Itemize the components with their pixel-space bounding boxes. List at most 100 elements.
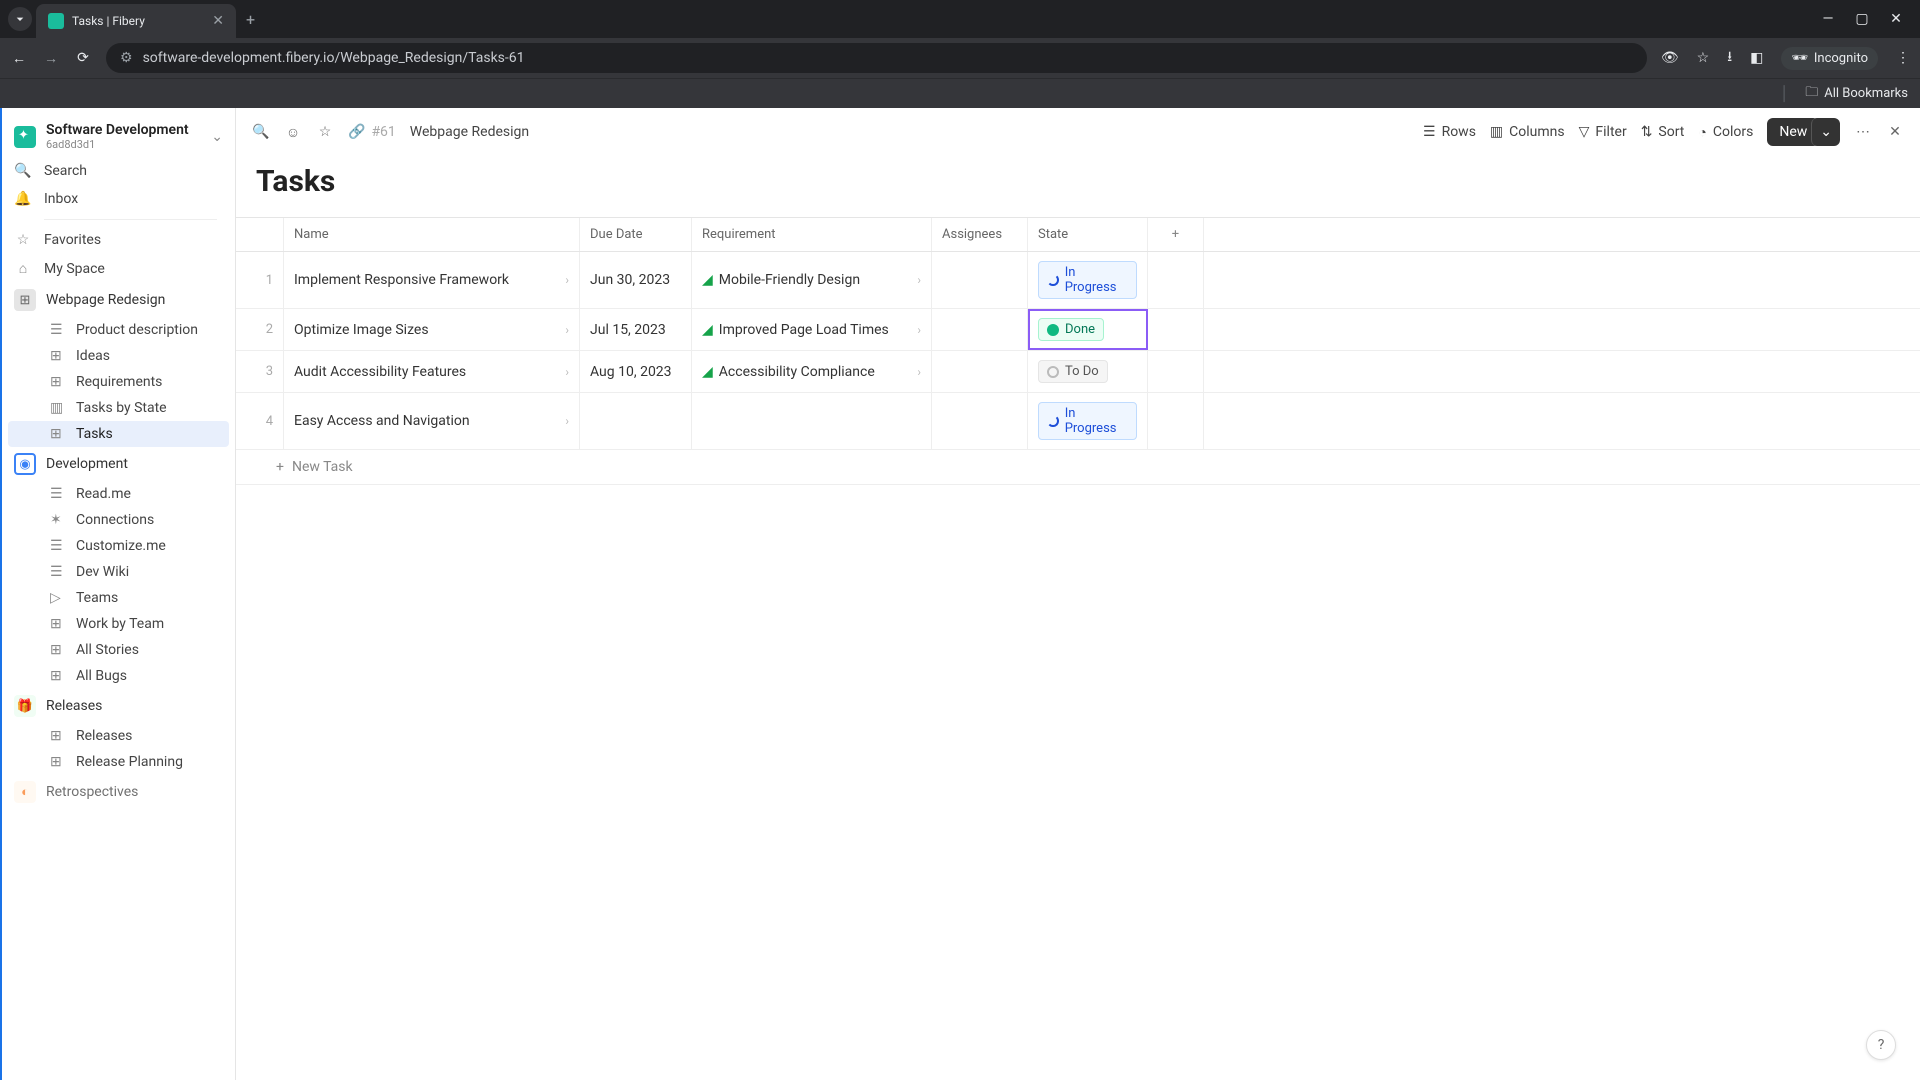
state-badge[interactable]: In Progress xyxy=(1038,402,1137,440)
sort-button[interactable]: ⇅Sort xyxy=(1641,124,1685,140)
cell-name[interactable]: Optimize Image Sizes› xyxy=(284,309,580,350)
state-badge[interactable]: Done xyxy=(1038,318,1104,341)
cell-name[interactable]: Implement Responsive Framework› xyxy=(284,252,580,308)
expand-icon[interactable]: › xyxy=(565,414,569,428)
col-due-header[interactable]: Due Date xyxy=(580,218,692,251)
sidebar-item-connections[interactable]: ✶Connections xyxy=(8,507,229,533)
cell-requirement[interactable] xyxy=(692,393,932,449)
sidebar-item-ideas[interactable]: ⊞Ideas xyxy=(8,343,229,369)
more-button[interactable]: ⋯ xyxy=(1854,124,1872,140)
cell-state[interactable]: In Progress xyxy=(1028,252,1148,308)
sidebar-item-requirements[interactable]: ⊞Requirements xyxy=(8,369,229,395)
sidebar-space-webpage-redesign[interactable]: ⊞ Webpage Redesign xyxy=(2,283,235,317)
cell-state[interactable]: To Do xyxy=(1028,351,1148,392)
table-row[interactable]: 4 Easy Access and Navigation› In Progres… xyxy=(236,393,1920,450)
expand-icon[interactable]: › xyxy=(565,273,569,287)
eye-off-icon[interactable]: 👁 xyxy=(1661,50,1679,66)
breadcrumb[interactable]: 🔗 #61 Webpage Redesign xyxy=(348,124,529,140)
expand-icon[interactable]: › xyxy=(917,323,921,337)
emoji-button[interactable]: ☺ xyxy=(284,124,302,141)
sidebar-item-all-stories[interactable]: ⊞All Stories xyxy=(8,637,229,663)
workspace-switcher[interactable]: Software Development 6ad8d3d1 ⌄ xyxy=(2,116,235,157)
new-task-row[interactable]: +New Task xyxy=(236,450,1920,485)
col-assignees-header[interactable]: Assignees xyxy=(932,218,1028,251)
rows-button[interactable]: ☰Rows xyxy=(1423,124,1476,140)
table-row[interactable]: 2 Optimize Image Sizes› Jul 15, 2023 ◢Im… xyxy=(236,309,1920,351)
expand-icon[interactable]: › xyxy=(917,365,921,379)
sidebar-item-all-bugs[interactable]: ⊞All Bugs xyxy=(8,663,229,689)
sidebar-item-customize[interactable]: ☰Customize.me xyxy=(8,533,229,559)
sidebar-item-readme[interactable]: ☰Read.me xyxy=(8,481,229,507)
cell-due-date[interactable]: Jun 30, 2023 xyxy=(580,252,692,308)
colors-button[interactable]: ◔Colors xyxy=(1698,124,1753,141)
tab-search-button[interactable] xyxy=(8,7,32,31)
sidebar-item-releases[interactable]: ⊞Releases xyxy=(8,723,229,749)
cell-assignees[interactable] xyxy=(932,252,1028,308)
all-bookmarks-button[interactable]: 🗀 All Bookmarks xyxy=(1805,83,1908,105)
col-name-header[interactable]: Name xyxy=(284,218,580,251)
downloads-icon[interactable]: ⭳ xyxy=(1727,46,1732,70)
col-state-header[interactable]: State xyxy=(1028,218,1148,251)
sidebar-space-development[interactable]: ◉ Development xyxy=(2,447,235,481)
incognito-badge[interactable]: 🕶 Incognito xyxy=(1781,47,1878,70)
back-button[interactable]: ← xyxy=(10,50,28,67)
reload-button[interactable]: ⟳ xyxy=(74,50,92,66)
expand-icon[interactable]: › xyxy=(917,273,921,287)
sidebar-item-dev-wiki[interactable]: ☰Dev Wiki xyxy=(8,559,229,585)
tab-close-button[interactable]: ✕ xyxy=(212,13,224,29)
search-button[interactable]: 🔍 xyxy=(252,124,270,140)
sidebar-item-product-description[interactable]: ☰Product description xyxy=(8,317,229,343)
site-settings-icon[interactable]: ⚙ xyxy=(120,50,133,66)
sidebar-item-work-by-team[interactable]: ⊞Work by Team xyxy=(8,611,229,637)
sidebar-my-space[interactable]: ⌂ My Space xyxy=(2,254,235,283)
cell-due-date[interactable]: Jul 15, 2023 xyxy=(580,309,692,350)
cell-requirement[interactable]: ◢Accessibility Compliance› xyxy=(692,351,932,392)
filter-button[interactable]: ▽Filter xyxy=(1579,124,1627,140)
sidebar-item-tasks[interactable]: ⊞Tasks xyxy=(8,421,229,447)
favorite-button[interactable]: ☆ xyxy=(316,124,334,140)
cell-due-date[interactable] xyxy=(580,393,692,449)
side-panel-icon[interactable]: ◧ xyxy=(1750,50,1763,66)
sidebar-inbox[interactable]: 🔔 Inbox xyxy=(2,185,235,213)
cell-name[interactable]: Easy Access and Navigation› xyxy=(284,393,580,449)
new-dropdown-button[interactable]: ⌄ xyxy=(1811,118,1840,146)
browser-tab[interactable]: Tasks | Fibery ✕ xyxy=(36,4,236,38)
add-column-button[interactable]: + xyxy=(1148,218,1204,251)
expand-icon[interactable]: › xyxy=(565,365,569,379)
cell-requirement[interactable]: ◢Mobile-Friendly Design› xyxy=(692,252,932,308)
col-requirement-header[interactable]: Requirement xyxy=(692,218,932,251)
new-tab-button[interactable]: + xyxy=(246,10,255,29)
cell-name[interactable]: Audit Accessibility Features› xyxy=(284,351,580,392)
cell-assignees[interactable] xyxy=(932,309,1028,350)
sidebar-favorites[interactable]: ☆ Favorites xyxy=(2,226,235,254)
state-badge[interactable]: In Progress xyxy=(1038,261,1137,299)
maximize-button[interactable]: ▢ xyxy=(1854,11,1870,27)
url-field[interactable]: ⚙ software-development.fibery.io/Webpage… xyxy=(106,43,1647,73)
browser-menu-button[interactable]: ⋮ xyxy=(1896,50,1910,66)
help-button[interactable]: ? xyxy=(1866,1030,1896,1060)
table-row[interactable]: 3 Audit Accessibility Features› Aug 10, … xyxy=(236,351,1920,393)
cell-state[interactable]: Done xyxy=(1028,309,1148,350)
flag-icon: ◢ xyxy=(702,322,713,338)
sidebar-search[interactable]: 🔍 Search xyxy=(2,157,235,185)
cell-assignees[interactable] xyxy=(932,393,1028,449)
cell-requirement[interactable]: ◢Improved Page Load Times› xyxy=(692,309,932,350)
sidebar-item-release-planning[interactable]: ⊞Release Planning xyxy=(8,749,229,775)
bookmark-star-icon[interactable]: ☆ xyxy=(1697,50,1710,66)
minimize-button[interactable]: — xyxy=(1820,11,1836,27)
table-header: Name Due Date Requirement Assignees Stat… xyxy=(236,218,1920,252)
sidebar-space-releases[interactable]: 🎁 Releases xyxy=(2,689,235,723)
columns-button[interactable]: ▥Columns xyxy=(1490,124,1565,140)
cell-assignees[interactable] xyxy=(932,351,1028,392)
table-row[interactable]: 1 Implement Responsive Framework› Jun 30… xyxy=(236,252,1920,309)
expand-icon[interactable]: › xyxy=(565,323,569,337)
sidebar-item-tasks-by-state[interactable]: ▥Tasks by State xyxy=(8,395,229,421)
cell-state[interactable]: In Progress xyxy=(1028,393,1148,449)
forward-button[interactable]: → xyxy=(42,50,60,67)
sidebar-item-teams[interactable]: ▷Teams xyxy=(8,585,229,611)
cell-due-date[interactable]: Aug 10, 2023 xyxy=(580,351,692,392)
close-panel-button[interactable]: ✕ xyxy=(1886,124,1904,140)
sidebar-space-retrospectives[interactable]: ◐ Retrospectives xyxy=(2,775,235,809)
close-window-button[interactable]: ✕ xyxy=(1888,11,1904,27)
state-badge[interactable]: To Do xyxy=(1038,360,1108,383)
